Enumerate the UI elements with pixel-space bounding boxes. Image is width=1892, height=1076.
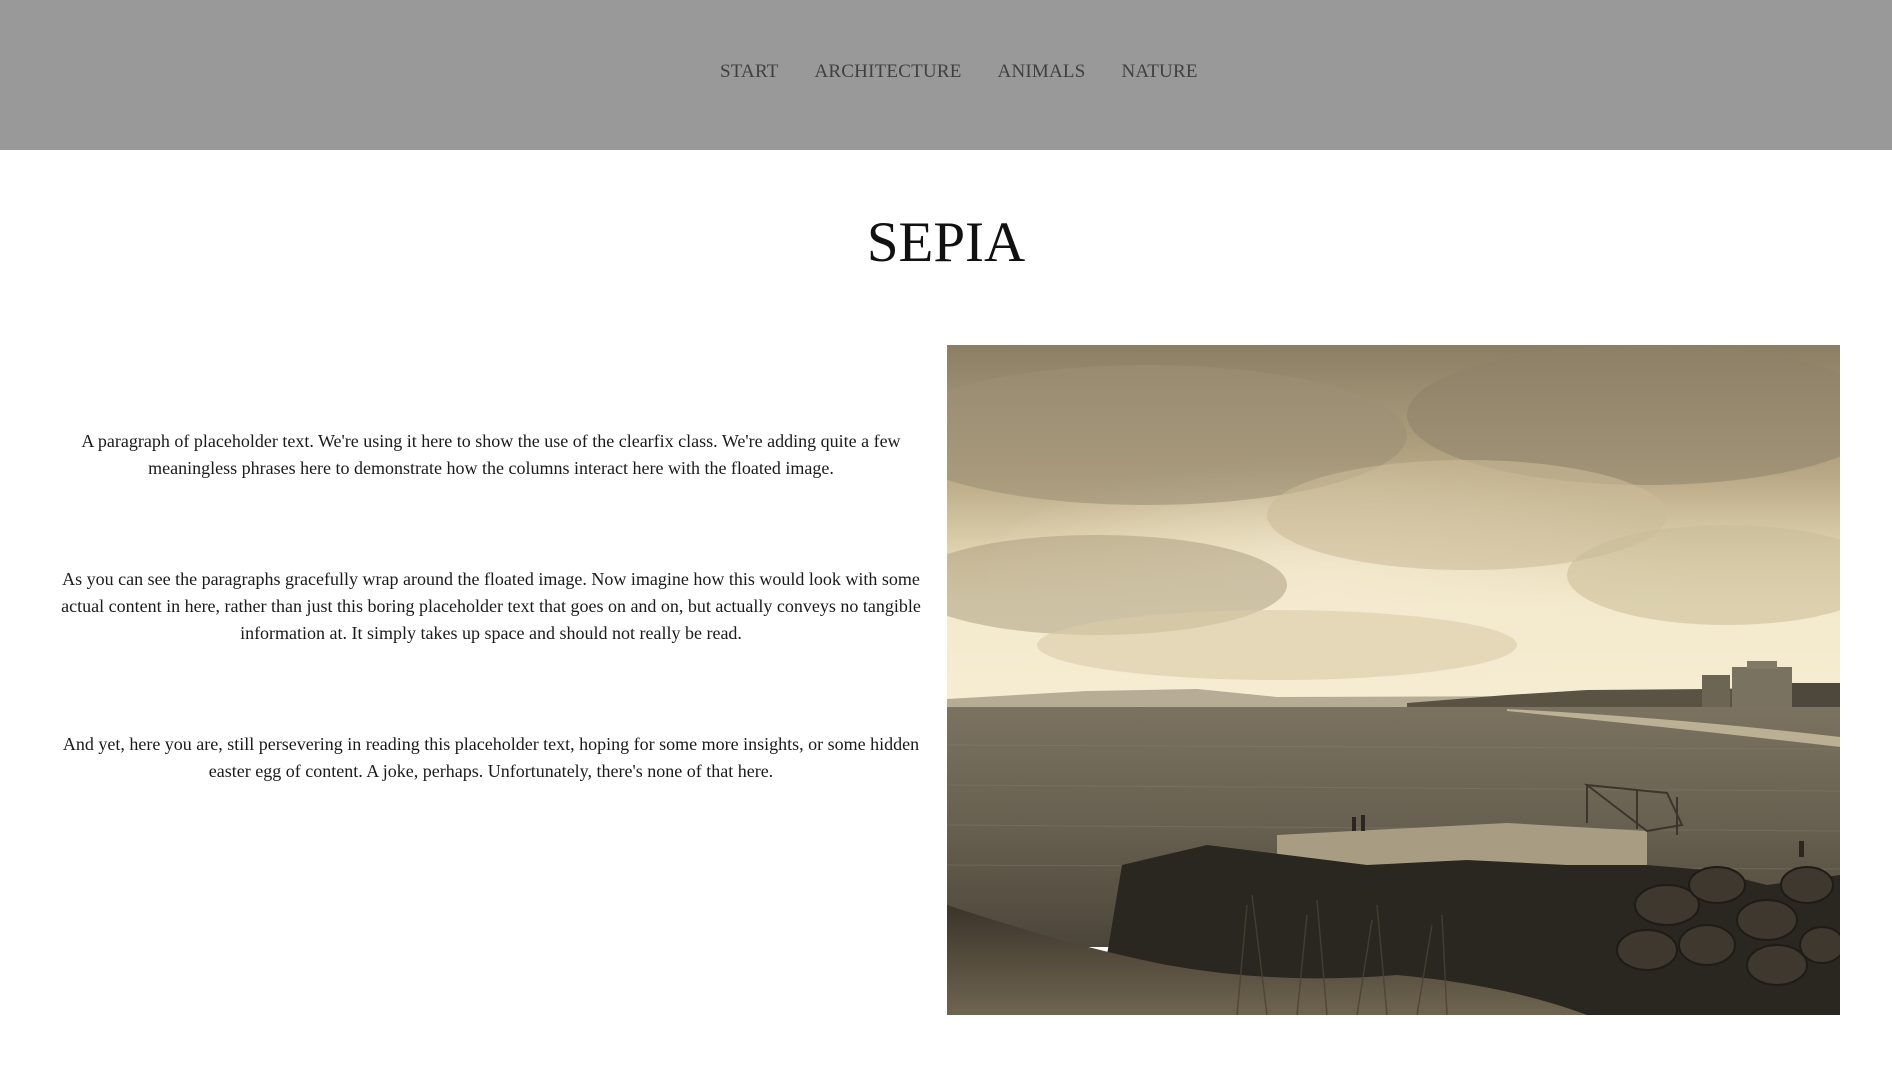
nav-item-start[interactable]: START <box>720 61 779 83</box>
nav-item-animals[interactable]: ANIMALS <box>998 61 1086 83</box>
paragraph-1: A paragraph of placeholder text. We're u… <box>81 431 901 478</box>
page-title: SEPIA <box>866 211 1026 274</box>
seascape-illustration <box>947 345 1840 1015</box>
paragraph-3: And yet, here you are, still persevering… <box>62 734 920 781</box>
sepia-seascape-image <box>947 345 1840 1015</box>
main-nav: START ARCHITECTURE ANIMALS NATURE <box>720 61 1198 83</box>
paragraph-2: As you can see the paragraphs gracefully… <box>61 569 921 643</box>
nav-item-nature[interactable]: NATURE <box>1122 61 1198 83</box>
nav-item-architecture[interactable]: ARCHITECTURE <box>815 61 962 83</box>
top-header: START ARCHITECTURE ANIMALS NATURE <box>0 0 1892 150</box>
